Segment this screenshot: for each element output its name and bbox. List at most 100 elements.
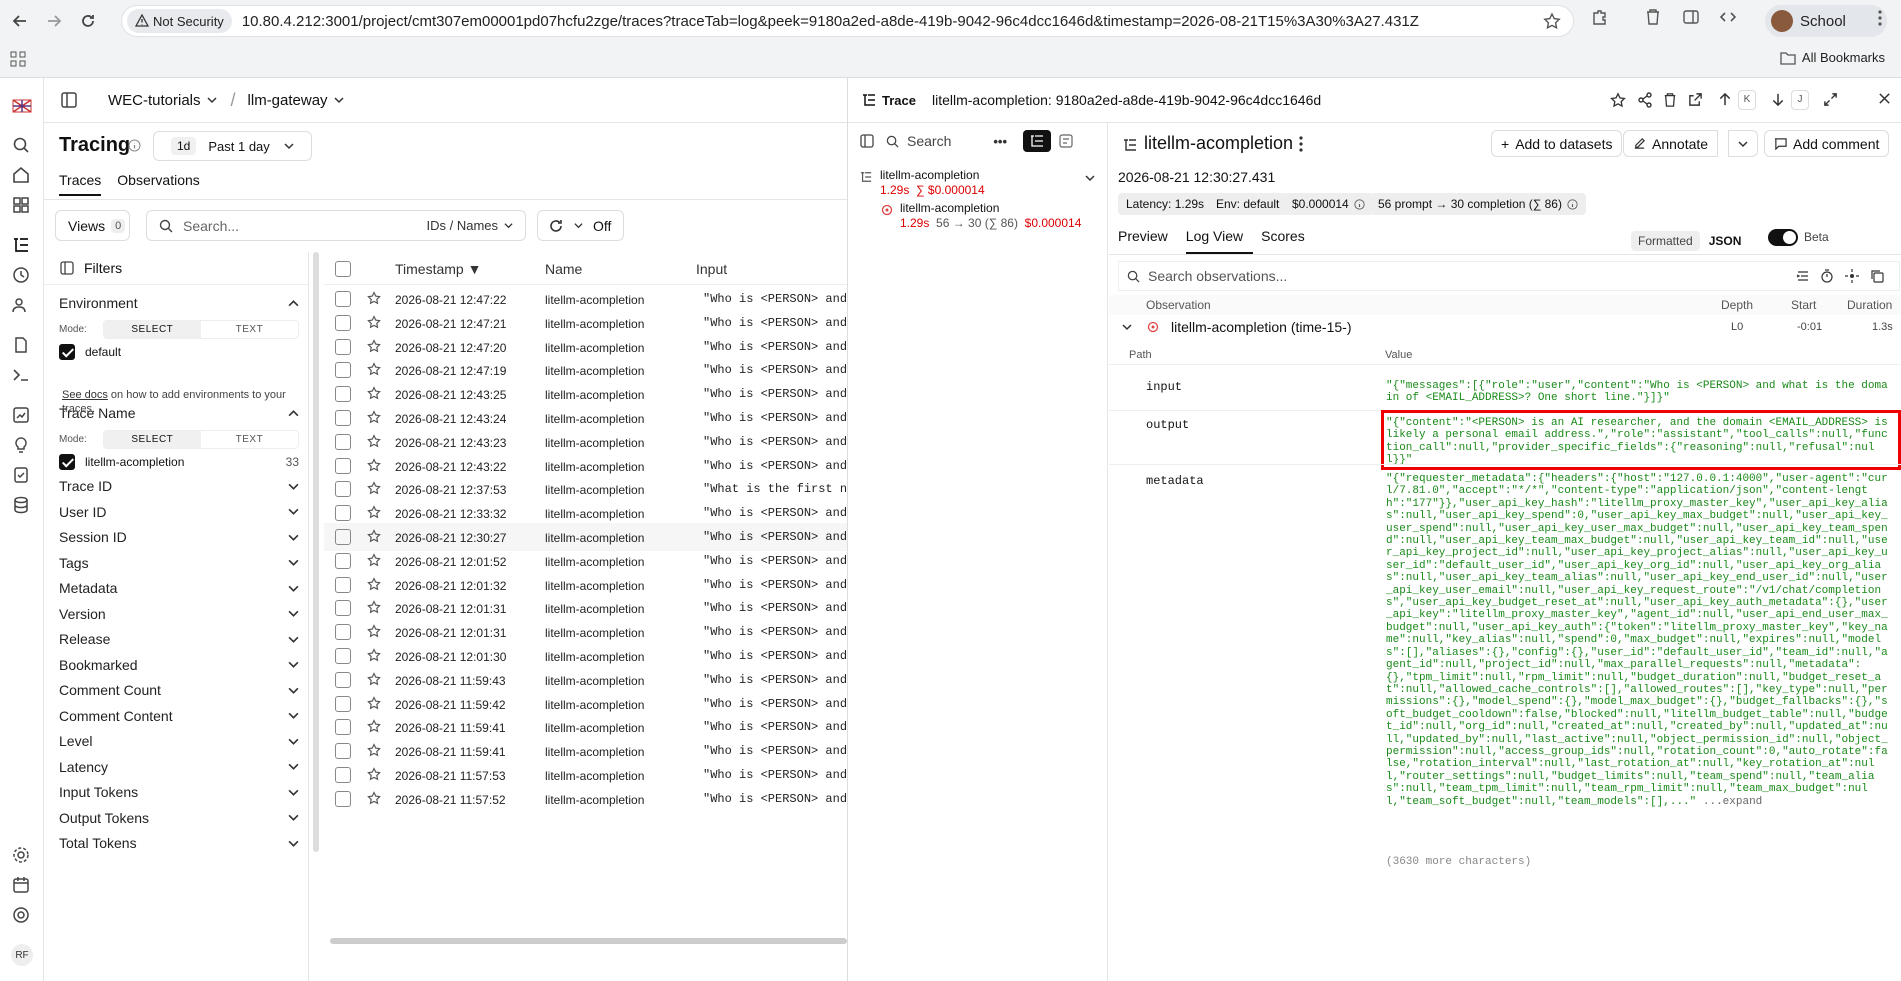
star-icon[interactable] [367, 743, 381, 757]
security-chip[interactable]: Not Security [127, 9, 232, 33]
search-icon[interactable] [12, 136, 32, 156]
tree-child-node[interactable]: litellm-acompletion [900, 201, 999, 215]
row-checkbox[interactable] [335, 624, 351, 641]
row-checkbox[interactable] [335, 457, 351, 474]
auto-refresh-button[interactable]: Off [537, 210, 624, 241]
profile-button[interactable]: School [1765, 5, 1887, 37]
star-icon[interactable] [367, 457, 381, 472]
filter-section[interactable]: Level [59, 733, 299, 749]
star-icon[interactable] [367, 767, 381, 781]
star-icon[interactable] [367, 624, 381, 638]
extensions-icon[interactable] [1591, 8, 1609, 26]
filter-section[interactable]: Input Tokens [59, 784, 299, 800]
home-icon[interactable] [12, 166, 32, 186]
collapse-icon[interactable] [1796, 269, 1810, 283]
users-icon[interactable] [12, 296, 32, 316]
tab-log-view[interactable]: Log View [1185, 228, 1254, 254]
bookmark-star-icon[interactable] [1610, 92, 1626, 108]
trash-icon[interactable] [1645, 8, 1661, 26]
row-checkbox[interactable] [335, 552, 351, 569]
star-icon[interactable] [367, 410, 381, 424]
column-timestamp[interactable]: Timestamp ▼ [395, 261, 481, 277]
docs-link[interactable]: See docs [62, 389, 108, 401]
support-icon[interactable] [12, 906, 32, 926]
star-icon[interactable] [367, 362, 381, 376]
formatted-button[interactable]: Formatted [1631, 231, 1700, 251]
checkbox[interactable] [59, 454, 75, 470]
row-checkbox[interactable] [335, 743, 351, 760]
info-icon[interactable] [1354, 198, 1365, 210]
star-icon[interactable] [367, 434, 381, 448]
filter-section[interactable]: Version [59, 606, 299, 622]
tab-observations[interactable]: Observations [117, 172, 199, 196]
mode-select-button[interactable]: SELECT [103, 321, 201, 338]
star-icon[interactable] [367, 695, 381, 710]
date-range-picker[interactable]: 1d Past 1 day [153, 131, 312, 161]
address-bar[interactable]: Not Security 10.80.4.212:3001/project/cm… [121, 5, 1574, 37]
env-option-default[interactable]: default [59, 344, 299, 360]
star-icon[interactable] [367, 553, 381, 567]
star-icon[interactable] [367, 791, 381, 805]
filter-section[interactable]: Comment Count [59, 682, 299, 698]
star-icon[interactable] [367, 576, 381, 591]
timeline-view-icon[interactable] [1059, 134, 1073, 148]
annotate-dropdown[interactable] [1728, 130, 1758, 157]
more-options-icon[interactable]: ••• [993, 134, 1007, 149]
row-checkbox[interactable] [335, 314, 351, 331]
project-selector[interactable]: llm-gateway [248, 92, 344, 109]
open-external-icon[interactable] [1688, 92, 1703, 107]
all-bookmarks[interactable]: All Bookmarks [1780, 50, 1885, 65]
annotate-button[interactable]: Annotate [1623, 130, 1719, 157]
playground-icon[interactable] [12, 366, 32, 386]
panel-icon[interactable] [860, 134, 874, 148]
chevron-down-icon[interactable] [1085, 173, 1095, 183]
observation-search-input[interactable]: Search observations... [1118, 261, 1900, 291]
sessions-icon[interactable] [12, 266, 32, 286]
star-icon[interactable] [367, 481, 381, 495]
mode-text-button[interactable]: TEXT [201, 431, 298, 448]
tree-root-node[interactable]: litellm-acompletion [880, 168, 979, 182]
filter-section[interactable]: Release [59, 631, 299, 647]
calendar-icon[interactable] [12, 876, 32, 896]
filter-section[interactable]: Output Tokens [59, 810, 299, 826]
scrollbar-thumb[interactable] [313, 252, 319, 852]
trace-name-option[interactable]: litellm-acompletion 33 [59, 454, 299, 470]
column-input[interactable]: Input [696, 261, 727, 277]
mode-select-button[interactable]: SELECT [103, 431, 201, 448]
logo-icon[interactable] [12, 96, 32, 116]
views-button[interactable]: Views 0 [55, 210, 130, 241]
row-checkbox[interactable] [335, 433, 351, 450]
chevron-down-icon[interactable] [1122, 322, 1132, 332]
star-icon[interactable] [367, 648, 381, 662]
beta-toggle[interactable] [1768, 229, 1798, 246]
next-trace-icon[interactable] [1771, 92, 1785, 107]
star-icon[interactable] [367, 672, 381, 686]
row-checkbox[interactable] [335, 529, 351, 545]
info-icon[interactable] [128, 139, 141, 152]
row-checkbox[interactable] [335, 481, 351, 498]
expand-link[interactable]: ...expand [1696, 796, 1762, 808]
row-checkbox[interactable] [335, 505, 351, 522]
filter-section[interactable]: Comment Content [59, 708, 299, 724]
star-icon[interactable] [367, 505, 381, 519]
settings-gear-icon[interactable] [12, 846, 32, 866]
filter-section[interactable]: Trace ID [59, 478, 299, 494]
star-icon[interactable] [367, 315, 381, 329]
previous-trace-icon[interactable] [1718, 92, 1732, 107]
row-checkbox[interactable] [335, 600, 351, 617]
star-icon[interactable] [367, 386, 381, 400]
checkbox[interactable] [59, 344, 75, 360]
tab-preview[interactable]: Preview [1118, 228, 1178, 254]
row-checkbox[interactable] [335, 767, 351, 783]
star-icon[interactable] [367, 719, 381, 733]
sidepanel-icon[interactable] [1682, 8, 1700, 26]
sidebar-toggle-icon[interactable] [60, 91, 78, 109]
row-checkbox[interactable] [335, 410, 351, 426]
info-icon[interactable] [1567, 198, 1578, 210]
url-text[interactable]: 10.80.4.212:3001/project/cmt307em00001pd… [242, 13, 1419, 30]
filter-section[interactable]: Total Tokens [59, 835, 299, 851]
filter-section[interactable]: User ID [59, 504, 299, 520]
select-all-checkbox[interactable] [335, 261, 351, 277]
row-checkbox[interactable] [335, 695, 351, 712]
timer-icon[interactable] [1820, 269, 1834, 283]
